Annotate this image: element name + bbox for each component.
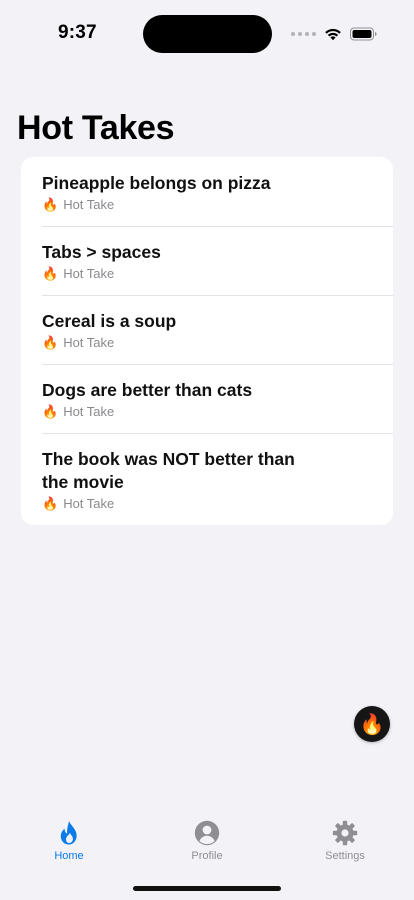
status-icons xyxy=(291,24,378,44)
person-circle-icon xyxy=(194,820,220,846)
tab-label: Home xyxy=(54,850,84,862)
status-time: 9:37 xyxy=(58,22,97,43)
flame-icon xyxy=(56,820,82,846)
list-item[interactable]: Dogs are better than cats 🔥 Hot Take xyxy=(21,364,393,433)
take-label: Hot Take xyxy=(63,266,115,281)
tab-label: Settings xyxy=(325,850,365,862)
take-title: Dogs are better than cats xyxy=(42,380,253,400)
wifi-icon xyxy=(325,28,341,41)
flame-icon: 🔥 xyxy=(42,335,59,350)
flame-icon: 🔥 xyxy=(42,404,59,419)
take-title: Cereal is a soup xyxy=(42,311,177,331)
list-item[interactable]: Cereal is a soup 🔥 Hot Take xyxy=(21,295,393,364)
take-subtitle: 🔥 Hot Take xyxy=(42,265,373,283)
tab-settings[interactable]: Settings xyxy=(305,820,385,862)
list-item[interactable]: Tabs > spaces 🔥 Hot Take xyxy=(21,226,393,295)
take-subtitle: 🔥 Hot Take xyxy=(42,196,373,214)
take-title: Pineapple belongs on pizza xyxy=(42,173,271,193)
battery-icon xyxy=(350,27,377,41)
take-title: The book was NOT better than the movie xyxy=(42,449,295,492)
take-title: Tabs > spaces xyxy=(42,242,161,262)
take-label: Hot Take xyxy=(63,335,115,350)
take-label: Hot Take xyxy=(63,496,115,511)
dynamic-island xyxy=(143,15,272,53)
take-subtitle: 🔥 Hot Take xyxy=(42,403,373,421)
flame-icon: 🔥 xyxy=(42,197,59,212)
cellular-signal-icon xyxy=(291,32,316,36)
tab-profile[interactable]: Profile xyxy=(167,820,247,862)
list-item[interactable]: Pineapple belongs on pizza 🔥 Hot Take xyxy=(21,157,393,226)
take-subtitle: 🔥 Hot Take xyxy=(42,334,373,352)
take-label: Hot Take xyxy=(63,197,115,212)
gear-icon xyxy=(332,820,358,846)
tab-label: Profile xyxy=(191,850,223,862)
fire-icon: 🔥 xyxy=(359,713,385,736)
flame-icon: 🔥 xyxy=(42,496,59,511)
add-hot-take-button[interactable]: 🔥 xyxy=(354,706,390,742)
status-bar: 9:37 xyxy=(0,0,414,66)
list-item[interactable]: The book was NOT better than the movie 🔥… xyxy=(21,433,393,525)
tab-home[interactable]: Home xyxy=(29,820,109,862)
flame-icon: 🔥 xyxy=(42,266,59,281)
hot-takes-list: Pineapple belongs on pizza 🔥 Hot Take Ta… xyxy=(21,157,393,525)
take-subtitle: 🔥 Hot Take xyxy=(42,495,373,513)
page-title: Hot Takes xyxy=(17,109,175,147)
take-label: Hot Take xyxy=(63,404,115,419)
home-indicator xyxy=(133,886,281,891)
